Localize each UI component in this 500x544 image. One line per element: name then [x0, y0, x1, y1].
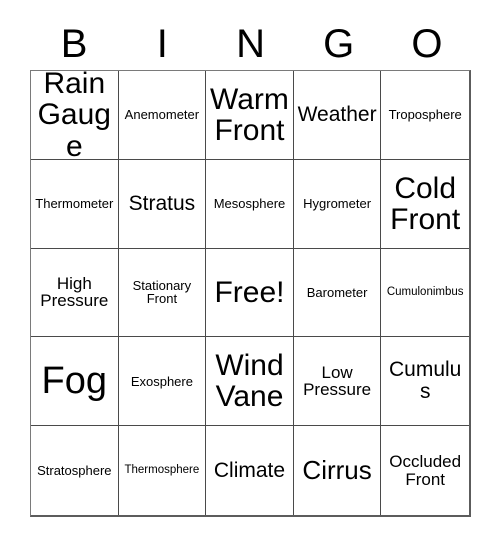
- bingo-cell[interactable]: Cumulonimbus: [381, 248, 469, 338]
- bingo-cell[interactable]: Occluded Front: [381, 426, 469, 515]
- bingo-header-letter-o: O: [411, 22, 443, 66]
- bingo-cell[interactable]: Climate: [206, 426, 294, 515]
- bingo-cell[interactable]: Fog: [31, 337, 119, 427]
- bingo-header-letter-i: I: [156, 22, 168, 66]
- bingo-cell[interactable]: Barometer: [293, 248, 382, 338]
- bingo-cell-label: Stratus: [128, 191, 196, 215]
- bingo-cell-label: Thermometer: [35, 195, 114, 211]
- bingo-cell-label: Thermosphere: [124, 463, 200, 476]
- bingo-cell[interactable]: Stationary Front: [118, 248, 207, 338]
- bingo-cell-label: Stationary Front: [132, 277, 192, 307]
- bingo-cell-label: Hygrometer: [303, 195, 372, 211]
- bingo-cell[interactable]: Cold Front: [381, 159, 469, 249]
- bingo-cell[interactable]: High Pressure: [31, 248, 119, 338]
- bingo-cell-label: Stratosphere: [37, 462, 112, 478]
- bingo-cell-label: Low Pressure: [303, 362, 372, 400]
- bingo-cell[interactable]: Weather: [293, 71, 382, 160]
- bingo-cell[interactable]: Exosphere: [118, 337, 207, 427]
- bingo-cell[interactable]: Cumulus: [381, 337, 469, 427]
- bingo-cell[interactable]: Thermometer: [31, 159, 119, 249]
- bingo-cell-label: Cirrus: [302, 455, 372, 486]
- bingo-cell-label: Fog: [41, 359, 108, 402]
- bingo-card: B I N G O Rain Gauge Anemometer Warm Front…: [0, 0, 500, 544]
- bingo-cell-label: Warm Front: [210, 82, 289, 147]
- bingo-header-row: B I N G O: [30, 18, 471, 70]
- bingo-cell-label: High Pressure: [40, 273, 109, 311]
- bingo-header-letter-b: B: [60, 22, 88, 66]
- bingo-cell-label: Cumulus: [389, 358, 462, 404]
- bingo-cell-label: Anemometer: [124, 107, 200, 123]
- bingo-cell-label: Barometer: [306, 284, 368, 300]
- bingo-cell[interactable]: Troposphere: [381, 71, 469, 160]
- bingo-cell[interactable]: Mesosphere: [206, 159, 294, 249]
- bingo-cell-label: Cold Front: [390, 171, 461, 236]
- bingo-header-letter-g: G: [323, 22, 355, 66]
- bingo-cell[interactable]: Free!: [206, 248, 294, 338]
- bingo-cell-label: Troposphere: [388, 107, 462, 123]
- bingo-cell[interactable]: Hygrometer: [293, 159, 382, 249]
- bingo-cell[interactable]: Wind Vane: [206, 337, 294, 427]
- bingo-cell[interactable]: Thermosphere: [118, 426, 207, 515]
- bingo-cell[interactable]: Cirrus: [293, 426, 382, 515]
- bingo-cell-label: Cumulonimbus: [386, 285, 464, 298]
- bingo-cell-label: Occluded Front: [389, 451, 462, 489]
- bingo-cell[interactable]: Rain Gauge: [31, 71, 119, 160]
- bingo-cell[interactable]: Stratosphere: [31, 426, 119, 515]
- bingo-header-letter-n: N: [236, 22, 265, 66]
- bingo-cell[interactable]: Anemometer: [118, 71, 207, 160]
- bingo-cell-label: Rain Gauge: [37, 71, 111, 160]
- bingo-cell[interactable]: Low Pressure: [293, 337, 382, 427]
- bingo-cell-label: Wind Vane: [215, 349, 284, 414]
- bingo-grid: Rain Gauge Anemometer Warm Front Weather Tro…: [30, 70, 471, 517]
- bingo-cell-label: Weather: [297, 102, 377, 126]
- bingo-cell-label: Mesosphere: [213, 195, 286, 211]
- bingo-cell-label: Exosphere: [130, 373, 193, 389]
- bingo-cell[interactable]: Warm Front: [206, 71, 294, 160]
- bingo-cell-label: Climate: [213, 458, 286, 482]
- bingo-cell-label: Free!: [214, 275, 285, 309]
- bingo-cell[interactable]: Stratus: [118, 159, 207, 249]
